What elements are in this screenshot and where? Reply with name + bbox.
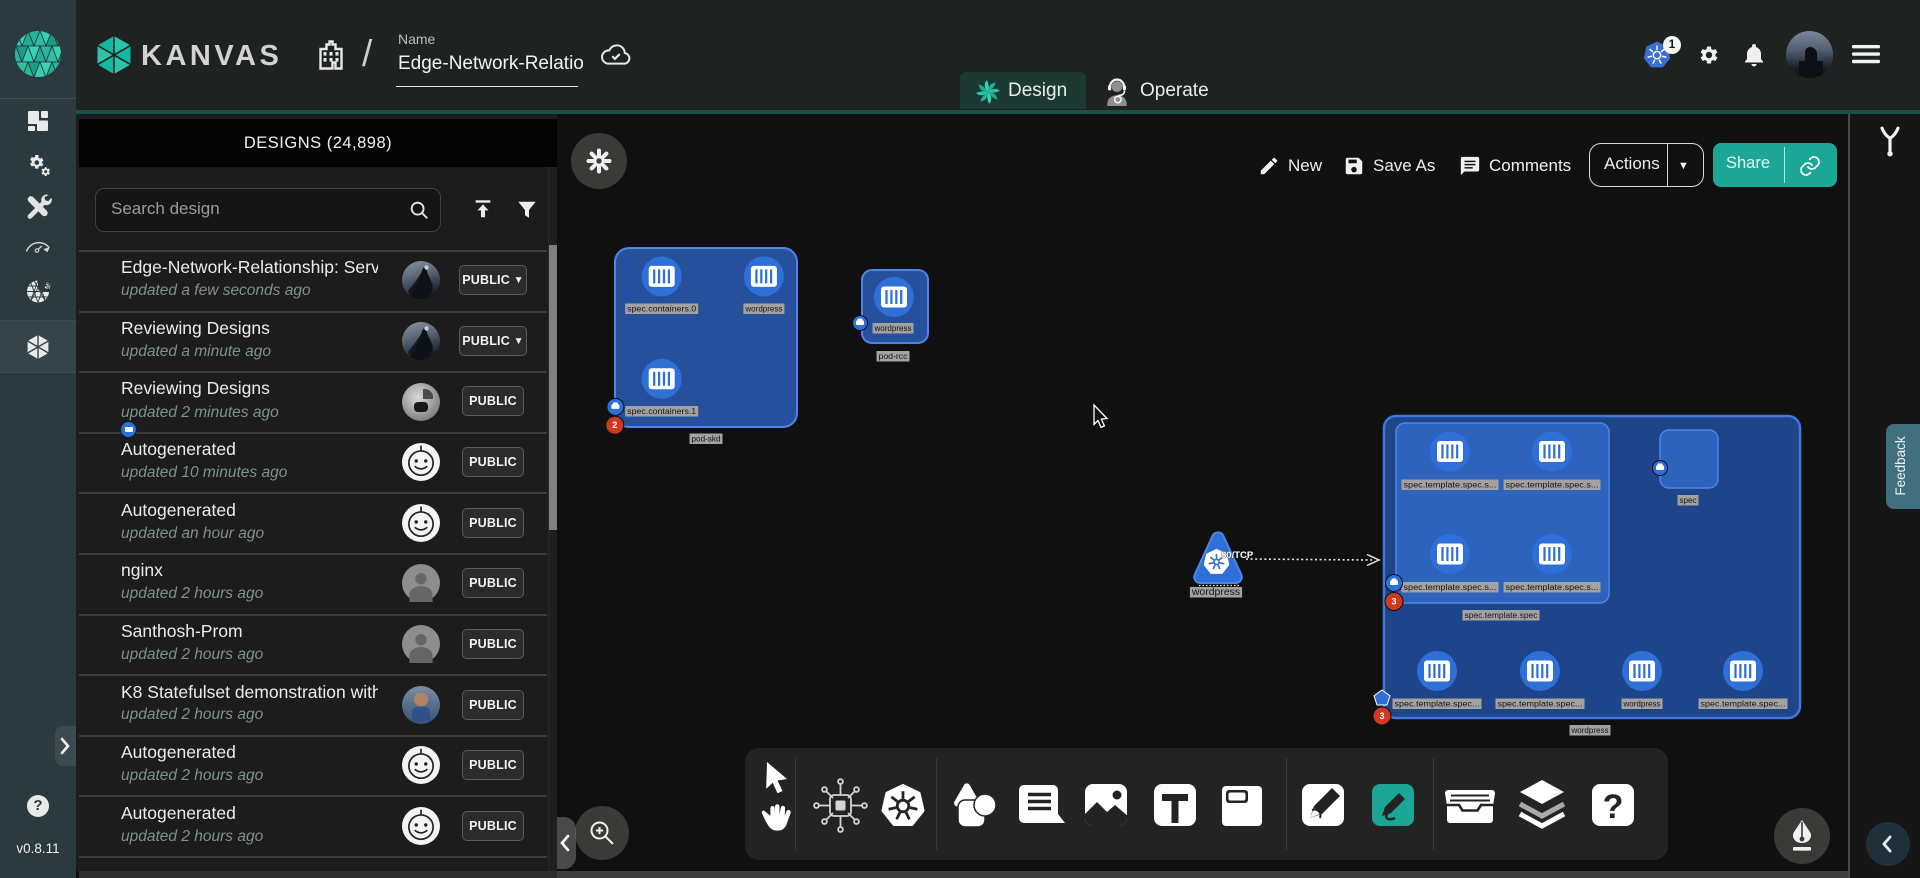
svg-text:wordpress: wordpress: [744, 304, 782, 313]
svg-text:pod-rcc: pod-rcc: [879, 352, 908, 361]
svg-text:spec.template.spec: spec.template.spec: [1465, 611, 1538, 620]
svg-text:80/TCP: 80/TCP: [1221, 550, 1254, 561]
svg-text:wordpress: wordpress: [1191, 586, 1240, 598]
svg-text:spec.template.spec.s...: spec.template.spec.s...: [1506, 480, 1599, 489]
svg-text:spec.containers.1: spec.containers.1: [627, 407, 697, 416]
svg-text:spec.containers.0: spec.containers.0: [627, 304, 697, 313]
svg-text:wordpress: wordpress: [873, 324, 911, 333]
svg-text:wordpress: wordpress: [1570, 726, 1608, 735]
svg-text:?: ?: [1603, 788, 1624, 826]
svg-text:spec.template.spec...: spec.template.spec...: [1498, 699, 1583, 708]
svg-text:wordpress: wordpress: [1622, 699, 1660, 708]
svg-text:spec.template.spec...: spec.template.spec...: [1395, 699, 1480, 708]
svg-text:spec.template.spec.s...: spec.template.spec.s...: [1506, 583, 1599, 592]
svg-text:spec.template.spec.s...: spec.template.spec.s...: [1404, 480, 1497, 489]
svg-text:spec.template.spec.s...: spec.template.spec.s...: [1404, 583, 1497, 592]
svg-text:spec: spec: [1680, 496, 1697, 505]
svg-text:3: 3: [1391, 597, 1396, 607]
svg-text:2: 2: [612, 420, 617, 430]
svg-text:3: 3: [1379, 711, 1384, 721]
svg-text:pod-skd: pod-skd: [692, 434, 721, 443]
svg-text:spec.template.spec...: spec.template.spec...: [1701, 699, 1786, 708]
